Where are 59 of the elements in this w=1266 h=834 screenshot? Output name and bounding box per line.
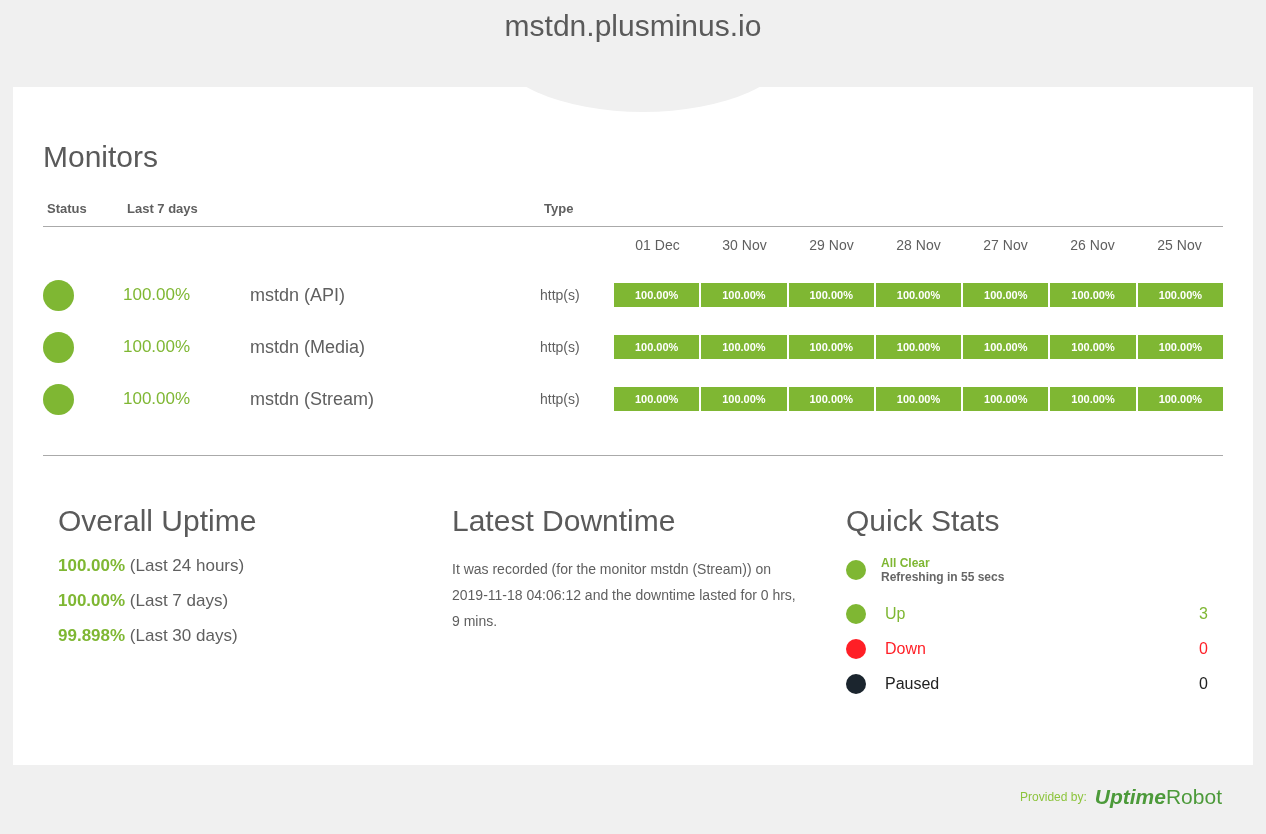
monitor-type: http(s) [540, 339, 581, 355]
day-label: 25 Nov [1156, 237, 1203, 255]
uptime-line: 99.898% (Last 30 days) [58, 626, 239, 646]
daily-uptime-bar: 100.00% [1137, 335, 1223, 359]
column-header: Status [46, 201, 88, 216]
section-heading: Quick Stats [846, 504, 1001, 538]
uptime-percent: 100.00% [123, 337, 192, 357]
section-heading: Overall Uptime [58, 504, 258, 538]
status-label: All Clear [881, 556, 931, 570]
stat-count: 3 [1199, 604, 1208, 623]
column-header: Last 7 days [126, 201, 199, 216]
stat-label: Up [885, 604, 907, 623]
daily-uptime-bar: 100.00% [963, 387, 1049, 411]
daily-uptime-bar: 100.00% [1137, 387, 1223, 411]
uptime-percent: 100.00% [123, 285, 192, 305]
uptimerobot-logo[interactable]: UptimeRobot [1094, 785, 1222, 809]
daily-uptime-bar: 100.00% [614, 335, 700, 359]
uptime-line: 100.00% (Last 7 days) [58, 591, 230, 611]
daily-uptime-bar: 100.00% [614, 387, 700, 411]
day-label: 26 Nov [1069, 237, 1116, 255]
section-heading: Monitors [43, 139, 159, 175]
monitor-type: http(s) [540, 391, 581, 407]
daily-uptime-bar: 100.00% [701, 335, 787, 359]
daily-uptime-bar: 100.00% [788, 283, 874, 307]
daily-uptime-bar: 100.00% [614, 283, 700, 307]
daily-uptime-bar: 100.00% [1050, 387, 1136, 411]
stat-count: 0 [1199, 639, 1208, 658]
monitor-name: mstdn (Media) [250, 336, 367, 358]
downtime-text: It was recorded (for the monitor mstdn (Stream)) on 2019-11-18 04:06:12 and the downtime lasted for 0 hrs, 9 mins. [452, 560, 797, 631]
day-label: 30 Nov [721, 237, 768, 255]
daily-uptime-bar: 100.00% [701, 387, 787, 411]
provided-by-label: Provided by: [1020, 790, 1087, 804]
monitor-name: mstdn (API) [250, 284, 347, 306]
stat-label: Paused [885, 674, 941, 693]
uptime-percent: 100.00% [123, 389, 192, 409]
daily-uptime-bar: 100.00% [1050, 335, 1136, 359]
column-header: Type [543, 201, 575, 216]
day-label: 29 Nov [808, 237, 855, 255]
monitor-name: mstdn (Stream) [250, 388, 376, 410]
daily-uptime-bar: 100.00% [1050, 283, 1136, 307]
refresh-label: Refreshing in 55 secs [881, 570, 1005, 584]
site-title: mstdn.plusminus.io [503, 8, 763, 44]
daily-uptime-bar: 100.00% [875, 387, 962, 411]
daily-uptime-bar: 100.00% [963, 283, 1049, 307]
daily-uptime-bar: 100.00% [701, 283, 787, 307]
daily-uptime-bar: 100.00% [788, 335, 874, 359]
day-label: 28 Nov [895, 237, 942, 255]
stat-label: Down [885, 639, 927, 658]
daily-uptime-bar: 100.00% [1137, 283, 1223, 307]
daily-uptime-bar: 100.00% [875, 283, 962, 307]
daily-uptime-bar: 100.00% [963, 335, 1049, 359]
day-label: 01 Dec [634, 237, 681, 255]
monitor-type: http(s) [540, 287, 581, 303]
section-heading: Latest Downtime [452, 504, 677, 538]
stat-count: 0 [1199, 674, 1208, 693]
daily-uptime-bar: 100.00% [875, 335, 962, 359]
uptime-line: 100.00% (Last 24 hours) [58, 556, 246, 576]
daily-uptime-bar: 100.00% [788, 387, 874, 411]
day-label: 27 Nov [982, 237, 1029, 255]
